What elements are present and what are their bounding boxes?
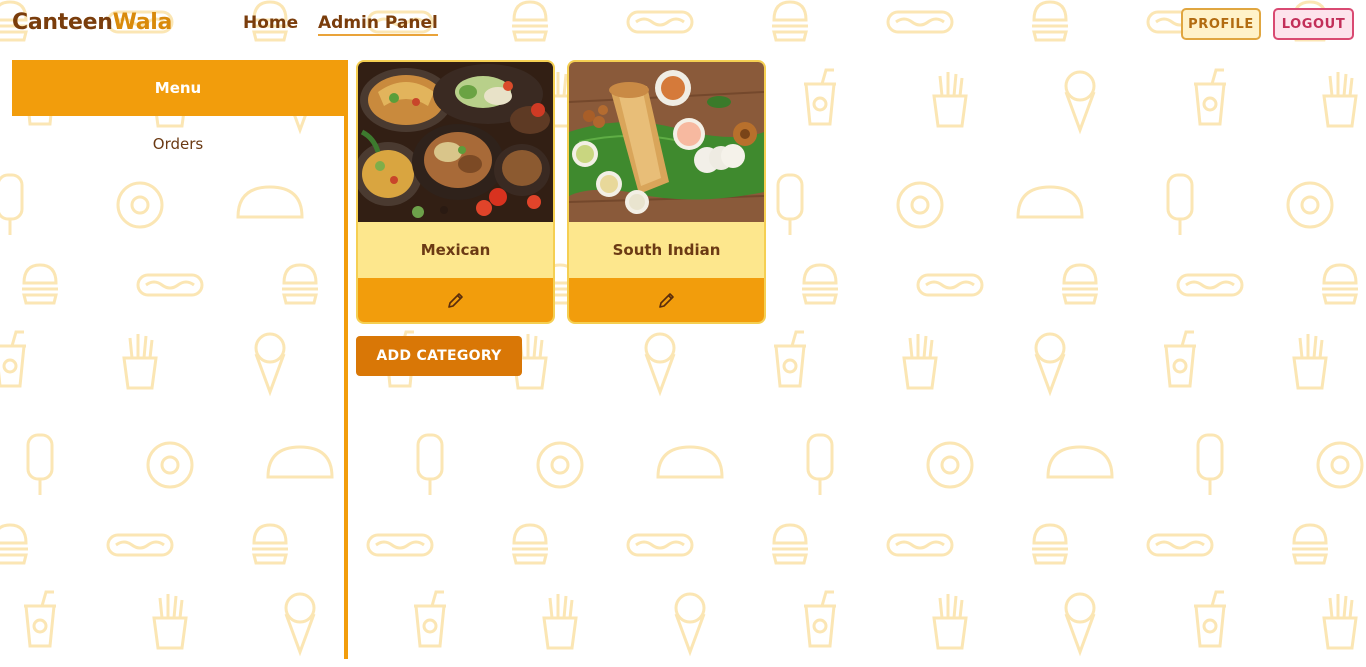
burger-pattern-icon	[1320, 263, 1360, 305]
cone-pattern-icon	[1064, 70, 1096, 132]
burger-pattern-icon	[770, 523, 810, 565]
hotdog-pattern-icon	[886, 533, 954, 557]
hotdog-pattern-icon	[626, 533, 694, 557]
logout-button[interactable]: LOGOUT	[1273, 8, 1354, 40]
brand-logo[interactable]: CanteenWala	[12, 10, 172, 35]
donut-pattern-icon	[1316, 441, 1364, 489]
drink-pattern-icon	[1192, 68, 1228, 126]
burger-pattern-icon	[510, 523, 550, 565]
burger-pattern-icon	[1030, 523, 1070, 565]
popsicle-pattern-icon	[806, 433, 834, 497]
category-title: South Indian	[569, 222, 764, 278]
brand-part-1: Canteen	[12, 10, 113, 35]
drink-pattern-icon	[412, 590, 448, 648]
hotdog-pattern-icon	[366, 533, 434, 557]
burger-pattern-icon	[1060, 263, 1100, 305]
pencil-icon	[447, 293, 463, 308]
sidebar-item-menu[interactable]: Menu	[12, 60, 344, 116]
admin-sidebar: Menu Orders	[12, 60, 348, 659]
add-category-button[interactable]: ADD CATEGORY	[356, 336, 522, 376]
drink-pattern-icon	[802, 68, 838, 126]
donut-pattern-icon	[1286, 181, 1334, 229]
category-image-mexican	[358, 62, 553, 222]
fries-pattern-icon	[542, 592, 578, 650]
hotdog-pattern-icon	[1176, 273, 1244, 297]
category-image-south-indian	[569, 62, 764, 222]
popsicle-pattern-icon	[1196, 433, 1224, 497]
nav-admin-panel-link[interactable]: Admin Panel	[318, 13, 438, 36]
edit-category-button[interactable]	[358, 278, 553, 322]
fries-pattern-icon	[932, 70, 968, 128]
cone-pattern-icon	[674, 592, 706, 654]
category-card-south-indian[interactable]: South Indian	[567, 60, 766, 324]
drink-pattern-icon	[802, 590, 838, 648]
fries-pattern-icon	[902, 332, 938, 390]
sidebar-item-orders[interactable]: Orders	[12, 132, 344, 156]
popsicle-pattern-icon	[776, 173, 804, 237]
fries-pattern-icon	[1322, 592, 1358, 650]
pencil-icon	[658, 293, 674, 308]
fries-pattern-icon	[1322, 70, 1358, 128]
cone-pattern-icon	[1034, 332, 1066, 394]
category-card-mexican[interactable]: Mexican	[356, 60, 555, 324]
edit-category-button[interactable]	[569, 278, 764, 322]
fries-pattern-icon	[932, 592, 968, 650]
cone-pattern-icon	[644, 332, 676, 394]
donut-pattern-icon	[536, 441, 584, 489]
profile-button[interactable]: PROFILE	[1181, 8, 1261, 40]
burger-pattern-icon	[800, 263, 840, 305]
category-title: Mexican	[358, 222, 553, 278]
taco-pattern-icon	[656, 445, 724, 479]
burger-pattern-icon	[1290, 523, 1330, 565]
nav-home-link[interactable]: Home	[243, 13, 298, 33]
drink-pattern-icon	[772, 330, 808, 388]
drink-pattern-icon	[1162, 330, 1198, 388]
popsicle-pattern-icon	[1166, 173, 1194, 237]
fries-pattern-icon	[1292, 332, 1328, 390]
donut-pattern-icon	[896, 181, 944, 229]
brand-part-2: Wala	[112, 10, 173, 35]
top-navbar: CanteenWala Home Admin Panel PROFILE LOG…	[0, 0, 1366, 48]
drink-pattern-icon	[1192, 590, 1228, 648]
taco-pattern-icon	[1016, 185, 1084, 219]
donut-pattern-icon	[926, 441, 974, 489]
cone-pattern-icon	[1064, 592, 1096, 654]
taco-pattern-icon	[1046, 445, 1114, 479]
hotdog-pattern-icon	[916, 273, 984, 297]
hotdog-pattern-icon	[1146, 533, 1214, 557]
popsicle-pattern-icon	[416, 433, 444, 497]
